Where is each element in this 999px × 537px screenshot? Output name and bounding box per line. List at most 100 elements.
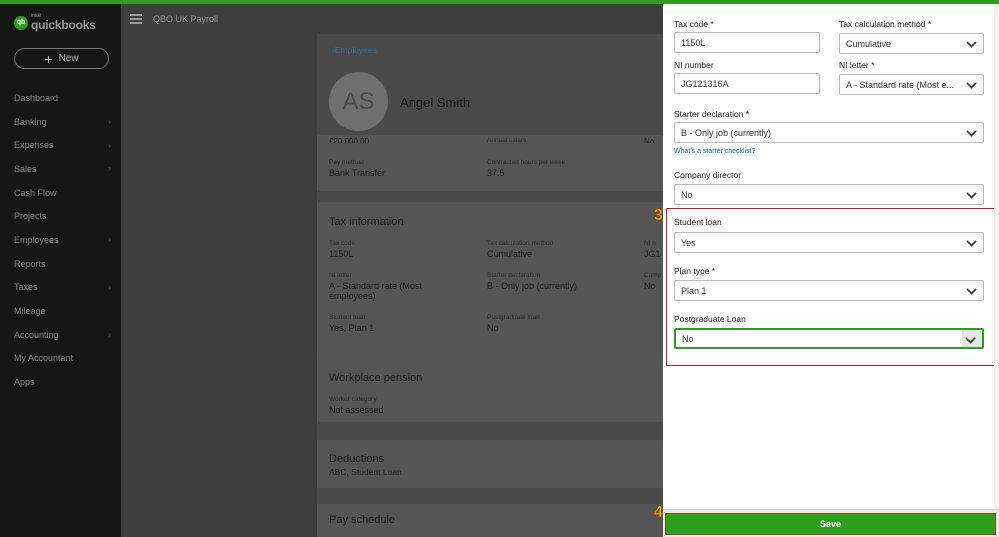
sidebar-nav: Dashboard Banking › Expenses › Sales › Cash Flo…: [0, 86, 121, 394]
panel-footer: 4 Save: [654, 504, 999, 537]
deductions-title: Deductions: [329, 453, 385, 465]
sidebar-item-banking[interactable]: Banking ›: [0, 110, 121, 134]
pay-method-label: Pay method: [329, 159, 364, 166]
chevron-down-icon: [965, 337, 976, 344]
quickbooks-logo[interactable]: qb intuit quickbooks: [14, 14, 96, 31]
postgrad-loan-select[interactable]: No: [674, 328, 984, 349]
company-name: QBO UK Payroll: [153, 14, 219, 24]
starter-declaration-value: B - Only job (currently): [487, 281, 578, 291]
chevron-down-icon: [966, 82, 977, 89]
ni-number-input[interactable]: JG121316A: [674, 73, 820, 94]
postgrad-loan-label: Postgraduate loan: [487, 314, 540, 321]
chevron-down-icon: [966, 130, 977, 137]
tax-code-field-label: Tax code *: [674, 19, 714, 29]
student-loan-select[interactable]: Yes: [674, 232, 984, 253]
worker-category-value: Not assessed: [329, 405, 384, 415]
plan-type-select[interactable]: Plan 1: [674, 280, 984, 301]
chevron-right-icon: ›: [108, 164, 111, 174]
pay-schedule-card: Pay schedule: [317, 504, 663, 537]
sidebar-item-expenses[interactable]: Expenses ›: [0, 133, 121, 157]
new-button-label: New: [58, 53, 79, 64]
workplace-pension-title: Workplace pension: [329, 372, 423, 384]
starter-checklist-link[interactable]: What's a starter checklist?: [674, 148, 755, 155]
sidebar-item-label: Reports: [14, 258, 46, 269]
deductions-card: Deductions ABC, Student Loan: [317, 440, 663, 488]
step-4-marker: 4: [654, 504, 664, 522]
contracted-hours-label: Contracted hours per week: [487, 159, 566, 166]
company-director-field-label: Company director: [674, 170, 742, 180]
sidebar-item-mileage[interactable]: Mileage: [0, 299, 121, 323]
sidebar-item-cash-flow[interactable]: Cash Flow: [0, 181, 121, 205]
chevron-down-icon: [966, 240, 977, 247]
company-director-value: No: [644, 281, 656, 291]
sidebar-item-dashboard[interactable]: Dashboard: [0, 86, 121, 110]
sidebar-item-employees[interactable]: Employees ›: [0, 228, 121, 252]
qb-logo-icon: qb: [14, 15, 28, 30]
chevron-right-icon: ›: [108, 140, 111, 150]
company-director-select[interactable]: No: [674, 184, 984, 205]
plan-type-field-label: Plan type *: [674, 266, 716, 276]
tax-calc-value: Cumulative: [487, 249, 533, 259]
salary-type-label: Annual salary: [487, 137, 527, 142]
deductions-value: ABC, Student Loan: [329, 467, 402, 477]
starter-declaration-label: Starter declaration: [487, 272, 541, 279]
chevron-down-icon: [966, 41, 977, 48]
starter-declaration-field-label: Starter declaration *: [674, 109, 750, 119]
sidebar-item-label: Sales: [14, 163, 37, 174]
employee-details: ‹Employees AS Angel Smith £20,000.00 Ann…: [317, 34, 663, 537]
tax-code-input[interactable]: 1150L: [674, 32, 820, 53]
sidebar-item-label: Cash Flow: [14, 187, 57, 198]
ni-letter-select[interactable]: A - Standard rate (Most e...: [839, 74, 984, 95]
sidebar-item-label: Dashboard: [14, 92, 59, 103]
pay-schedule-title: Pay schedule: [329, 514, 396, 526]
tax-calc-select[interactable]: Cumulative: [839, 33, 984, 54]
sidebar-item-label: Taxes: [14, 282, 38, 293]
chevron-right-icon: ›: [108, 235, 111, 245]
employee-name: Angel Smith: [400, 95, 471, 110]
ni-number-field-label: NI number: [674, 60, 714, 70]
starter-declaration-select[interactable]: B - Only job (currently): [674, 122, 984, 143]
sidebar-item-accounting[interactable]: Accounting ›: [0, 323, 121, 347]
postgrad-loan-field-label: Postgraduate Loan: [674, 314, 746, 324]
sidebar-item-label: Accounting: [14, 329, 59, 340]
postgrad-loan-value: No: [487, 323, 499, 333]
step-3-marker: 3: [654, 207, 664, 225]
plus-icon: +: [44, 50, 53, 67]
chevron-right-icon: ›: [108, 117, 111, 127]
sidebar-item-taxes[interactable]: Taxes ›: [0, 276, 121, 300]
student-loan-label: Student loan: [329, 314, 366, 321]
company-director-label: Comp: [644, 272, 662, 279]
logo-name-text: quickbooks: [31, 18, 96, 32]
salary-value: £20,000.00: [329, 137, 370, 143]
chevron-down-icon: [966, 288, 977, 295]
sidebar-item-projects[interactable]: Projects: [0, 204, 121, 228]
sidebar-item-label: My Accountant: [14, 353, 74, 364]
panel-scrollbar[interactable]: [994, 4, 999, 509]
tax-information-card: Tax information Tax code 1150L Tax calcu…: [317, 202, 663, 382]
tax-calc-label: Tax calculation method: [487, 240, 554, 247]
tax-information-title: Tax information: [329, 216, 404, 228]
sidebar-item-label: Mileage: [14, 306, 46, 317]
tax-edit-panel: Tax code * 1150L Tax calculation method …: [654, 4, 999, 537]
sidebar-item-sales[interactable]: Sales ›: [0, 157, 121, 181]
sidebar-item-label: Projects: [14, 211, 47, 222]
sidebar-item-my-accountant[interactable]: My Accountant: [0, 347, 121, 371]
back-to-employees-link[interactable]: ‹Employees: [332, 45, 377, 55]
hamburger-menu-icon[interactable]: [130, 14, 142, 26]
new-button[interactable]: + New: [14, 48, 109, 69]
sidebar-item-label: Banking: [14, 116, 47, 127]
sidebar-item-label: Employees: [14, 234, 59, 245]
workplace-pension-card: Workplace pension Worker category Not as…: [317, 358, 663, 422]
save-button[interactable]: Save: [665, 513, 996, 535]
sidebar-item-apps[interactable]: Apps: [0, 370, 121, 394]
student-loan-field-label: Student loan: [674, 217, 722, 227]
chevron-right-icon: ›: [108, 282, 111, 292]
main-content-overlay: QBO UK Payroll ‹Employees AS Angel Smith…: [121, 4, 663, 537]
avatar: AS: [329, 72, 388, 131]
tax-code-label: Tax code: [329, 240, 356, 247]
student-loan-value: Yes, Plan 1: [329, 323, 375, 333]
pay-card: £20,000.00 Annual salary No Pay method B…: [317, 135, 663, 191]
sidebar-item-reports[interactable]: Reports: [0, 252, 121, 276]
ni-number-value: JG1: [644, 249, 661, 259]
sidebar-item-label: Expenses: [14, 140, 54, 151]
